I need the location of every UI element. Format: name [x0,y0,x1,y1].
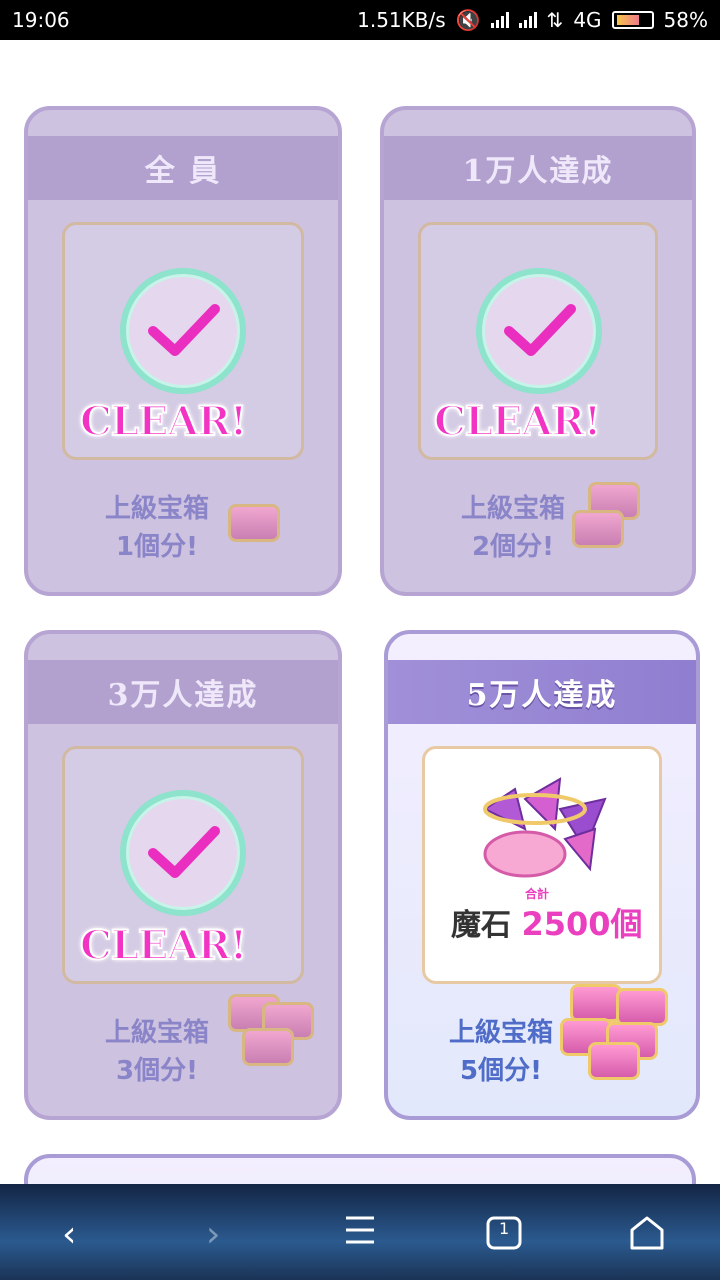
reward-line-2: 1個分! [116,532,198,562]
reward-text: 上級宝箱 5個分! [426,1014,576,1090]
tabs-count: 1 [499,1219,510,1238]
reward-text: 上級宝箱 2個分! [438,490,588,566]
reward-line-1: 上級宝箱 [104,1018,209,1048]
menu-icon[interactable] [344,1212,376,1257]
status-bar: 19:06 1.51KB/s 🔇 ⇅ 4G 58% [0,0,720,40]
back-icon[interactable]: ‹ [62,1214,76,1255]
battery-percent: 58% [663,8,708,32]
tabs-icon[interactable]: 1 [486,1216,522,1259]
reward-line-1: 上級宝箱 [448,1018,553,1048]
card-title: 5万人達成 [388,660,696,724]
data-arrows-icon: ⇅ [546,8,564,32]
check-icon [120,268,246,394]
magic-stone-icon [465,769,625,889]
reward-text: 上級宝箱 1個分! [82,490,232,566]
check-icon [120,790,246,916]
status-time: 19:06 [12,8,70,32]
home-icon[interactable] [628,1214,666,1261]
signal-icon-2 [518,12,537,28]
reward-card-10k[interactable]: 1万人達成 上級宝箱 2個分! CLEAR! [380,106,696,596]
net-speed: 1.51KB/s [357,8,446,32]
reward-card-30k[interactable]: 3万人達成 上級宝箱 3個分! CLEAR! [24,630,342,1120]
card-title: 全 員 [28,136,338,200]
reward-card-50k[interactable]: 5万人達成 魔石 合計 2500個 上級宝箱 5個分! [384,630,700,1120]
gem-reward: 魔石 合計 2500個 [451,887,643,945]
gem-label: 魔石 [451,908,511,943]
chest-icon [228,994,314,1078]
card-title: 1万人達成 [384,136,692,200]
clear-label: CLEAR! [79,921,248,970]
reward-line-2: 5個分! [460,1056,542,1086]
forward-icon[interactable]: › [206,1214,220,1255]
reward-line-1: 上級宝箱 [104,494,209,524]
check-icon [476,268,602,394]
gem-amount: 2500個 [521,905,643,943]
reward-text: 上級宝箱 3個分! [82,1014,232,1090]
gem-sub: 合計 [525,887,550,901]
chest-icon [572,482,652,554]
chest-icon [218,494,298,554]
card-title: 3万人達成 [28,660,338,724]
signal-icon [490,12,509,28]
reward-line-2: 3個分! [116,1056,198,1086]
reward-frame: 魔石 合計 2500個 [422,746,662,984]
network-type: 4G [573,8,602,32]
clear-label: CLEAR! [79,397,248,446]
clear-label: CLEAR! [433,397,602,446]
status-right: 1.51KB/s 🔇 ⇅ 4G 58% [357,8,708,32]
browser-nav-bar: ‹ › 1 [0,1184,720,1280]
mute-icon: 🔇 [455,8,481,32]
chest-icon [560,984,670,1080]
reward-line-2: 2個分! [472,532,554,562]
reward-line-1: 上級宝箱 [460,494,565,524]
reward-card-all[interactable]: 全 員 上級宝箱 1個分! CLEAR! [24,106,342,596]
battery-icon [611,11,654,29]
